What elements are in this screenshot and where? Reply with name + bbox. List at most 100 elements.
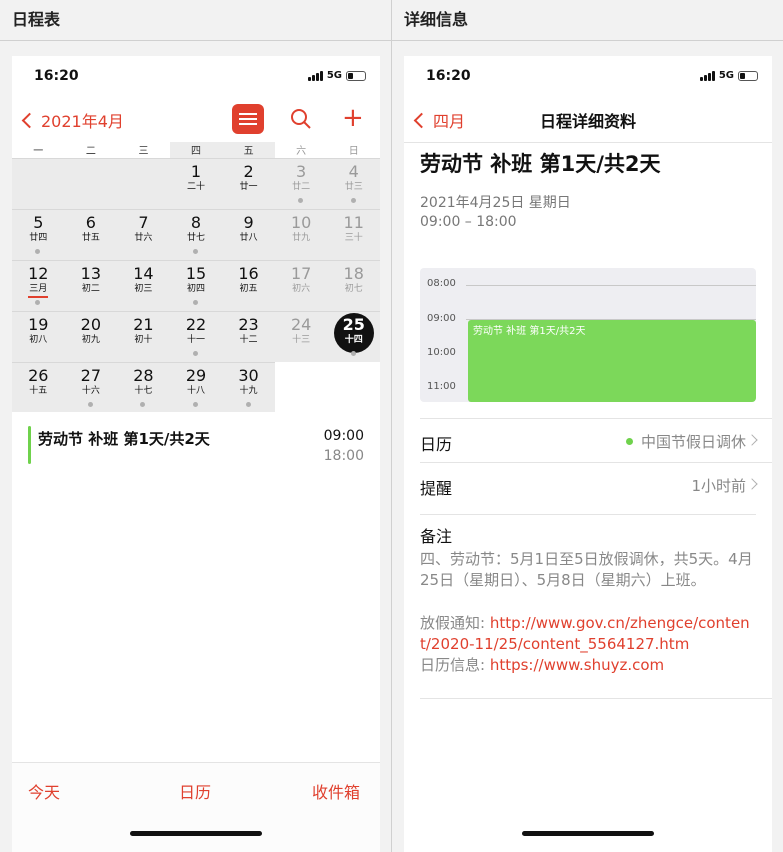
event-dot [193, 249, 198, 254]
day-number: 14 [133, 264, 154, 283]
weekday-label: 日 [348, 146, 359, 157]
day-cell[interactable]: 9 廿八 [224, 209, 274, 259]
status-time: 16:20 [426, 68, 471, 84]
day-cell[interactable]: 23 十二 [224, 311, 274, 361]
day-number: 7 [138, 213, 149, 232]
bottom-toolbar: 今天 日历 收件箱 [12, 762, 380, 852]
weekday-label: 三 [138, 146, 149, 157]
day-cell[interactable]: 6 廿五 [66, 209, 116, 259]
timeline-label: 10:00 [427, 347, 456, 358]
day-number: 11 [343, 213, 364, 232]
day-cell[interactable]: 8 廿七 [171, 209, 221, 259]
calendar-row[interactable]: 日历 中国节假日调休 [420, 418, 772, 462]
empty-grid-area [12, 158, 170, 208]
day-cell[interactable]: 13 初二 [66, 260, 116, 310]
day-cell[interactable]: 17 初六 [276, 260, 326, 310]
day-cell[interactable]: 5 廿四 [13, 209, 63, 259]
day-cell[interactable]: 29 十八 [171, 362, 221, 412]
weekday-label: 四 [169, 142, 223, 158]
event-dot [193, 402, 198, 407]
day-cell[interactable]: 26 十五 [13, 362, 63, 412]
day-number: 2 [243, 162, 254, 181]
nav-divider [404, 142, 772, 143]
back-to-year-button[interactable]: 2021年4月 [20, 108, 124, 132]
day-cell[interactable]: 25 十四 [329, 311, 379, 361]
day-number: 18 [343, 264, 364, 283]
today-button[interactable]: 今天 [28, 779, 60, 803]
lunar-date: 廿五 [81, 233, 100, 243]
lunar-date: 三十 [344, 233, 363, 243]
day-cell[interactable]: 7 廿六 [118, 209, 168, 259]
navigation-bar: 四月 日程详细资料 [404, 100, 772, 138]
signal-icon [307, 70, 323, 81]
info-link[interactable]: https://www.shuyz.com [490, 656, 664, 674]
day-cell[interactable]: 19 初八 [13, 311, 63, 361]
event-start-time: 09:00 [323, 428, 364, 444]
day-timeline-preview[interactable]: 08:00 09:00 10:00 11:00 劳动节 补班 第1天/共2天 [420, 268, 756, 402]
day-cell[interactable]: 27 十六 [66, 362, 116, 412]
info-prefix: 日历信息: [420, 656, 490, 674]
day-cell[interactable]: 11 三十 [329, 209, 379, 259]
empty-grid-area [274, 362, 380, 412]
day-cell[interactable]: 22 十一 [171, 311, 221, 361]
event-dot [245, 402, 251, 407]
calendars-button[interactable]: 日历 [179, 779, 211, 803]
day-cell[interactable]: 12 三月 [13, 260, 63, 310]
status-time: 16:20 [34, 68, 79, 84]
add-event-button[interactable]: + [342, 102, 364, 134]
event-list-item[interactable]: 劳动节 补班 第1天/共2天 09:00 18:00 [12, 424, 380, 464]
lunar-date: 三月 [29, 284, 48, 294]
lunar-date: 初十 [134, 335, 153, 345]
lunar-date: 初七 [344, 284, 363, 294]
event-dot [35, 300, 41, 305]
day-cell[interactable]: 10 廿九 [276, 209, 326, 259]
day-cell[interactable]: 15 初四 [171, 260, 221, 310]
day-number: 28 [133, 366, 154, 385]
inbox-button[interactable]: 收件箱 [312, 779, 360, 803]
day-cell[interactable]: 14 初三 [118, 260, 168, 310]
day-number: 8 [190, 213, 202, 232]
timeline-label: 11:00 [427, 381, 456, 392]
lunar-date: 廿七 [186, 233, 205, 243]
notice-prefix: 放假通知: [420, 614, 490, 632]
signal-icon [699, 70, 715, 81]
home-indicator [522, 831, 654, 836]
lunar-date: 廿二 [292, 182, 311, 192]
list-view-button[interactable] [232, 104, 264, 134]
notes-divider [420, 698, 772, 699]
day-cell[interactable]: 30 十九 [224, 362, 274, 412]
day-number: 29 [185, 366, 207, 385]
day-cell[interactable]: 28 十七 [118, 362, 168, 412]
search-icon[interactable] [290, 108, 312, 130]
timeline-label: 08:00 [427, 278, 456, 289]
day-cell[interactable]: 18 初七 [329, 260, 379, 310]
alert-row[interactable]: 提醒 1小时前 [420, 462, 772, 506]
event-dot [298, 198, 304, 203]
event-dot [87, 402, 93, 407]
lunar-date: 二十 [186, 182, 205, 192]
day-cell[interactable]: 3 廿二 [276, 158, 326, 208]
notes-text: 四、劳动节：5月1日至5日放假调休，共5天。4月25日（星期日）、5月8日（星期… [420, 550, 753, 589]
alert-row-value: 1小时前 [691, 477, 746, 495]
day-number: 17 [290, 264, 312, 283]
network-type: 5G [326, 70, 342, 81]
day-cell[interactable]: 21 初十 [118, 311, 168, 361]
week-row-divider [12, 209, 380, 210]
status-bar: 16:20 5G [404, 56, 772, 96]
day-cell[interactable]: 24 十三 [276, 311, 326, 361]
day-cell[interactable]: 20 初九 [66, 311, 116, 361]
left-pane-header: 日程表 [12, 10, 61, 29]
lunar-month-underline [28, 296, 49, 298]
chevron-right-icon [746, 434, 758, 446]
event-color-bar [28, 426, 31, 464]
day-cell[interactable]: 4 廿三 [329, 158, 379, 208]
timeline-event-block[interactable]: 劳动节 补班 第1天/共2天 [468, 320, 756, 402]
status-bar: 16:20 5G [12, 56, 380, 96]
lunar-date: 初四 [186, 284, 205, 294]
day-cell[interactable]: 2 廿一 [224, 158, 274, 208]
calendar-color-dot [625, 438, 633, 445]
lunar-date: 初三 [134, 284, 153, 294]
timeline-label: 09:00 [427, 313, 456, 324]
day-cell[interactable]: 16 初五 [224, 260, 274, 310]
day-cell[interactable]: 1 二十 [171, 158, 221, 208]
